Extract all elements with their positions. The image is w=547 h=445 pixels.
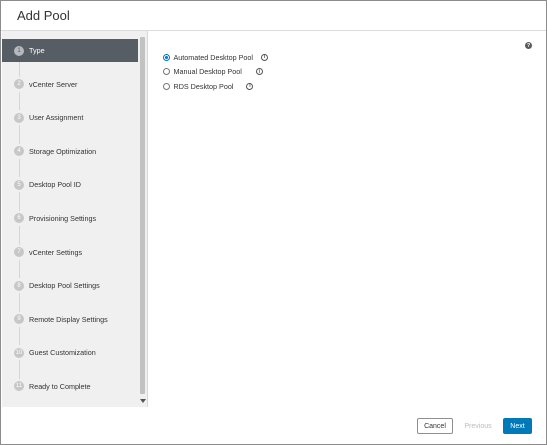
help-icon[interactable]: ?	[525, 42, 532, 49]
previous-button[interactable]: Previous	[461, 418, 495, 434]
option-label: RDS Desktop Pool	[173, 81, 234, 91]
step-number: 10	[14, 347, 24, 358]
wizard-step-type[interactable]: 1 Type	[2, 39, 138, 62]
step-number: 6	[14, 213, 24, 224]
wizard-step-vcenter-settings[interactable]: 7 vCenter Settings	[2, 241, 138, 264]
wizard-step-desktop-pool-settings[interactable]: 8 Desktop Pool Settings	[2, 274, 138, 297]
option-automated-desktop-pool[interactable]: Automated Desktop Pool i	[163, 52, 269, 62]
step-label: Guest Customization	[29, 348, 96, 358]
step-number: 7	[14, 247, 24, 258]
step-label: vCenter Server	[29, 79, 78, 89]
wizard-step-vcenter-server[interactable]: 2 vCenter Server	[2, 73, 138, 96]
info-icon[interactable]: i	[261, 53, 269, 61]
info-icon[interactable]: i	[246, 82, 254, 90]
step-label: vCenter Settings	[29, 247, 83, 257]
option-manual-desktop-pool[interactable]: Manual Desktop Pool i	[163, 67, 268, 77]
step-number: 2	[14, 79, 24, 90]
wizard-steps: 1 Type 2 vCenter Server 3 User Assignmen…	[2, 39, 138, 407]
step-label: Desktop Pool Settings	[29, 281, 100, 291]
add-pool-dialog: Add Pool 1 Type 2 vCenter Server 3 User …	[0, 0, 547, 445]
info-icon[interactable]: i	[255, 68, 263, 75]
step-label: Type	[29, 46, 45, 55]
step-label: Desktop Pool ID	[29, 180, 81, 190]
step-number: 11	[14, 381, 24, 392]
step-label: Ready to Complete	[29, 381, 91, 391]
wizard-step-storage-optimization[interactable]: 4 Storage Optimization	[2, 140, 138, 163]
cancel-button[interactable]: Cancel	[417, 418, 453, 434]
wizard-step-ready-to-complete[interactable]: 11 Ready to Complete	[2, 375, 138, 398]
wizard-step-desktop-pool-id[interactable]: 5 Desktop Pool ID	[2, 173, 138, 196]
option-label: Automated Desktop Pool	[173, 52, 254, 62]
next-button[interactable]: Next	[503, 418, 532, 434]
sidebar-scroll-thumb[interactable]	[140, 37, 145, 394]
radio-rds[interactable]	[163, 82, 170, 90]
option-rds-desktop-pool[interactable]: RDS Desktop Pool i	[163, 81, 268, 91]
wizard-step-guest-customization[interactable]: 10 Guest Customization	[2, 341, 138, 364]
step-number: 1	[14, 45, 24, 56]
step-number: 3	[14, 112, 24, 123]
step-number: 5	[14, 179, 24, 190]
pool-type-options: Automated Desktop Pool i Manual Desktop …	[163, 52, 269, 96]
step-label: Provisioning Settings	[29, 213, 97, 223]
wizard-step-remote-display-settings[interactable]: 9 Remote Display Settings	[2, 308, 138, 331]
radio-automated[interactable]	[163, 53, 170, 61]
dialog-title: Add Pool	[17, 8, 70, 23]
wizard-sidebar: 1 Type 2 vCenter Server 3 User Assignmen…	[2, 31, 148, 407]
scroll-down-arrow-icon[interactable]	[140, 399, 146, 403]
step-number: 9	[14, 314, 24, 325]
step-number: 8	[14, 280, 24, 291]
step-label: User Assignment	[29, 113, 84, 123]
step-number: 4	[14, 146, 24, 157]
step-label: Storage Optimization	[29, 146, 97, 156]
wizard-step-provisioning-settings[interactable]: 6 Provisioning Settings	[2, 207, 138, 230]
option-label: Manual Desktop Pool	[173, 67, 242, 76]
radio-manual[interactable]	[163, 68, 170, 75]
wizard-step-user-assignment[interactable]: 3 User Assignment	[2, 106, 138, 129]
step-label: Remote Display Settings	[29, 314, 108, 324]
